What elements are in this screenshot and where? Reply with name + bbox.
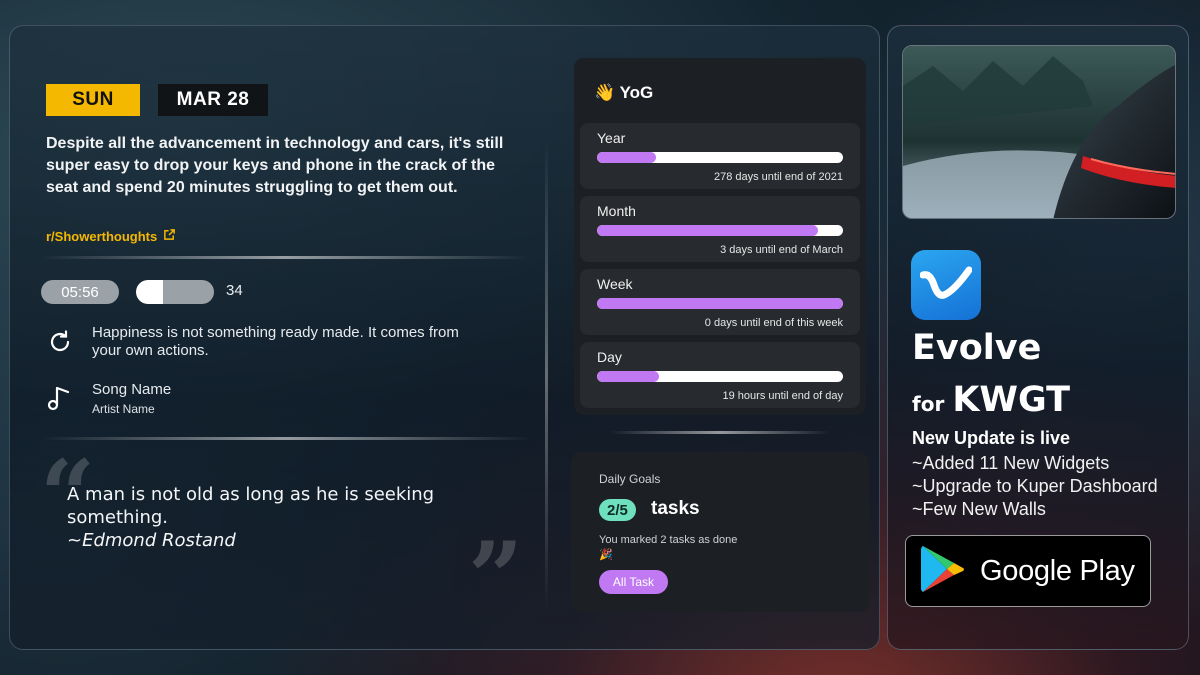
yog-row-caption: 0 days until end of this week xyxy=(704,317,843,329)
yog-row-day: Day 19 hours until end of day xyxy=(580,342,860,408)
section-divider xyxy=(40,256,530,259)
yog-title: 👋 YoG xyxy=(594,83,654,102)
battery-fill xyxy=(136,280,163,304)
yog-row-caption: 3 days until end of March xyxy=(720,244,843,256)
day-chip: SUN xyxy=(46,84,140,116)
music-note-icon[interactable] xyxy=(46,384,74,412)
yog-progress-track xyxy=(597,152,843,163)
song-name[interactable]: Song Name xyxy=(92,381,171,398)
app-platform-line: for KWGT xyxy=(912,380,1070,420)
section-divider xyxy=(610,431,830,434)
update-item: ~Upgrade to Kuper Dashboard xyxy=(912,476,1158,496)
featured-quote-text: A man is not old as long as he is seekin… xyxy=(67,484,435,528)
app-platform: KWGT xyxy=(952,380,1071,420)
yog-row-label: Week xyxy=(597,276,633,292)
yog-progress-fill xyxy=(597,371,659,382)
shower-thought-text: Despite all the advancement in technolog… xyxy=(46,135,504,196)
car-photo xyxy=(902,45,1176,219)
all-task-button[interactable]: All Task xyxy=(599,570,668,594)
yog-row-week: Week 0 days until end of this week xyxy=(580,269,860,335)
artist-name: Artist Name xyxy=(92,402,155,416)
google-play-icon xyxy=(920,544,966,598)
column-divider xyxy=(545,140,548,610)
evolve-app-icon xyxy=(911,250,981,320)
yog-row-label: Month xyxy=(597,203,636,219)
update-item: ~Few New Walls xyxy=(912,499,1046,519)
date-chip: MAR 28 xyxy=(158,84,268,116)
google-play-label: Google Play xyxy=(980,554,1135,587)
yog-progress-track xyxy=(597,298,843,309)
yog-row-label: Day xyxy=(597,349,622,365)
yog-progress-fill xyxy=(597,225,819,236)
google-play-button[interactable]: Google Play xyxy=(905,535,1151,607)
battery-value: 34 xyxy=(226,282,243,299)
thought-source-label: r/Showerthoughts xyxy=(46,228,158,244)
update-item: ~Added 11 New Widgets xyxy=(912,453,1110,473)
yog-progress-fill xyxy=(597,152,657,163)
update-list: ~Added 11 New Widgets ~Upgrade to Kuper … xyxy=(912,452,1158,521)
yog-row-year: Year 278 days until end of 2021 xyxy=(580,123,860,189)
thought-source-link[interactable]: r/Showerthoughts xyxy=(46,228,176,244)
yog-row-caption: 278 days until end of 2021 xyxy=(713,171,843,183)
featured-quote-author: ~Edmond Rostand xyxy=(67,530,236,551)
yog-progress-fill xyxy=(597,298,843,309)
external-link-icon xyxy=(163,228,176,244)
yog-row-caption: 19 hours until end of day xyxy=(722,390,843,402)
yog-row-label: Year xyxy=(597,130,626,146)
goals-count-badge: 2/5 xyxy=(599,499,636,521)
goals-title: Daily Goals xyxy=(599,472,661,486)
section-divider xyxy=(40,437,530,440)
goals-message: You marked 2 tasks as done 🎉 xyxy=(599,534,738,561)
update-heading: New Update is live xyxy=(912,428,1071,448)
featured-quote: A man is not old as long as he is seekin… xyxy=(67,483,487,552)
yog-progress-track xyxy=(597,225,843,236)
daily-quote-text: Happiness is not something ready made. I… xyxy=(92,324,459,359)
daily-goals-card: Daily Goals 2/5 tasks You marked 2 tasks… xyxy=(571,452,869,612)
year-of-goals-card: 👋 YoG Year 278 days until end of 2021 Mo… xyxy=(574,58,866,415)
clock-pill: 05:56 xyxy=(41,280,119,304)
yog-row-month: Month 3 days until end of March xyxy=(580,196,860,262)
battery-bar xyxy=(136,280,214,304)
yog-progress-track xyxy=(597,371,843,382)
app-for-label: for xyxy=(912,392,945,416)
refresh-icon[interactable] xyxy=(46,328,74,356)
goals-unit: tasks xyxy=(651,498,700,519)
app-name: Evolve xyxy=(912,328,1042,368)
